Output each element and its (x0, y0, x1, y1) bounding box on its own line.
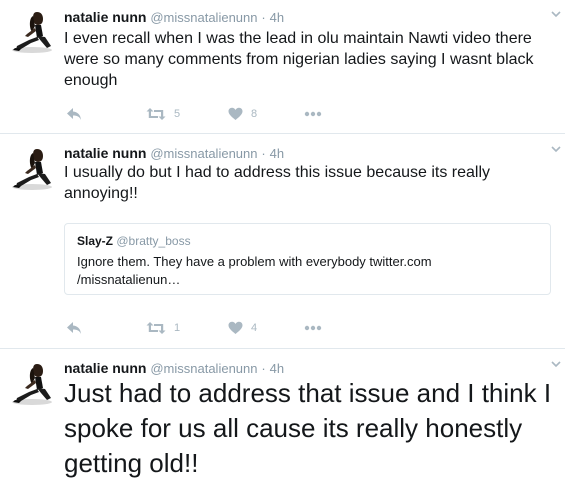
more-button[interactable] (304, 318, 322, 338)
tweet-text: I even recall when I was the lead in olu… (64, 30, 534, 89)
avatar[interactable] (7, 6, 57, 56)
separator-dot: · (261, 361, 266, 376)
avatar[interactable] (7, 358, 57, 408)
quoted-tweet-text: Ignore them. They have a problem with ev… (77, 254, 432, 287)
separator-dot: · (261, 146, 266, 161)
more-dots-icon (304, 325, 322, 331)
author-handle[interactable]: @missnatalienunn (150, 146, 257, 161)
like-count: 8 (251, 108, 258, 120)
chevron-down-icon[interactable] (551, 144, 561, 154)
tweet-actions: 1 4 (64, 318, 364, 338)
like-button[interactable]: 8 (228, 104, 257, 124)
retweet-icon (146, 108, 166, 120)
tweet-2[interactable]: natalie nunn @missnatalienunn · 4h I usu… (0, 134, 565, 348)
retweet-button[interactable]: 1 (146, 318, 180, 338)
quoted-author-handle: @bratty_boss (116, 234, 191, 248)
tweet-header: natalie nunn @missnatalienunn · 4h (64, 360, 284, 377)
like-button[interactable]: 4 (228, 318, 257, 338)
reply-icon (67, 322, 81, 334)
tweet-3[interactable]: natalie nunn @missnatalienunn · 4h Just … (0, 349, 565, 481)
author-handle[interactable]: @missnatalienunn (150, 361, 257, 376)
reply-button[interactable] (66, 104, 82, 124)
author-name[interactable]: natalie nunn (64, 360, 146, 376)
retweet-count: 1 (174, 322, 181, 334)
timestamp[interactable]: 4h (270, 361, 284, 376)
author-name[interactable]: natalie nunn (64, 9, 146, 25)
separator-dot: · (261, 10, 266, 25)
author-name[interactable]: natalie nunn (64, 145, 146, 161)
tweet-actions: 5 8 (64, 104, 364, 124)
more-dots-icon (304, 111, 322, 117)
chevron-down-icon[interactable] (551, 359, 561, 369)
avatar[interactable] (7, 143, 57, 193)
timestamp[interactable]: 4h (270, 10, 284, 25)
quoted-author-name: Slay-Z (77, 234, 114, 248)
like-count: 4 (251, 322, 258, 334)
author-handle[interactable]: @missnatalienunn (150, 10, 257, 25)
chevron-down-icon[interactable] (551, 9, 561, 19)
heart-icon (228, 107, 243, 120)
retweet-icon (146, 322, 166, 334)
tweet-header: natalie nunn @missnatalienunn · 4h (64, 145, 284, 162)
more-button[interactable] (304, 104, 322, 124)
tweet-1[interactable]: natalie nunn @missnatalienunn · 4h I eve… (0, 0, 565, 133)
heart-icon (228, 321, 243, 334)
tweet-text: Just had to address that issue and I thi… (64, 378, 552, 478)
retweet-count: 5 (174, 108, 181, 120)
reply-icon (67, 108, 81, 120)
tweet-text: I usually do but I had to address this i… (64, 164, 491, 202)
quoted-tweet[interactable]: Slay-Z @bratty_boss Ignore them. They ha… (64, 223, 551, 295)
quoted-tweet-header: Slay-Z @bratty_boss (77, 234, 191, 248)
tweet-header: natalie nunn @missnatalienunn · 4h (64, 9, 284, 26)
retweet-button[interactable]: 5 (146, 104, 180, 124)
timestamp[interactable]: 4h (270, 146, 284, 161)
reply-button[interactable] (66, 318, 82, 338)
